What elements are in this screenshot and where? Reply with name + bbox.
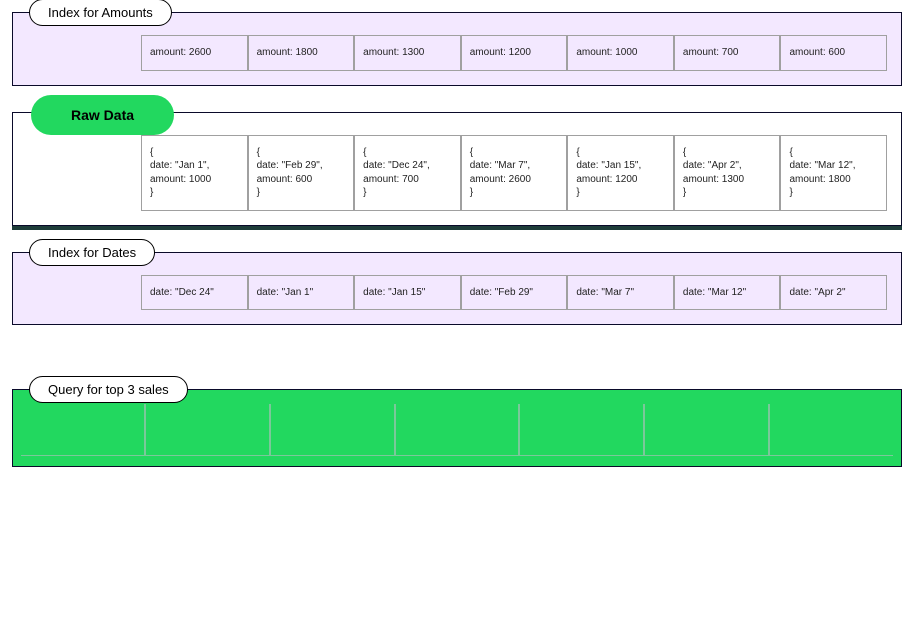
dates-cell: date: "Apr 2" [780, 275, 887, 311]
dates-cell: date: "Jan 1" [248, 275, 355, 311]
query-cell [395, 404, 520, 456]
query-cell [21, 404, 145, 456]
amounts-cell: amount: 700 [674, 35, 781, 71]
dates-cell: date: "Mar 12" [674, 275, 781, 311]
amounts-panel: Index for Amounts amount: 2600 amount: 1… [12, 12, 902, 86]
query-cell [769, 404, 893, 456]
amounts-cell: amount: 600 [780, 35, 887, 71]
amounts-title: Index for Amounts [29, 0, 172, 26]
raw-title: Raw Data [31, 95, 174, 135]
query-cell [145, 404, 270, 456]
raw-cell: { date: "Jan 15", amount: 1200 } [567, 135, 674, 211]
raw-cell: { date: "Dec 24", amount: 700 } [354, 135, 461, 211]
query-cell [644, 404, 769, 456]
query-cell [270, 404, 395, 456]
dates-row: date: "Dec 24" date: "Jan 1" date: "Jan … [141, 275, 887, 311]
amounts-cell: amount: 1200 [461, 35, 568, 71]
query-cell [519, 404, 644, 456]
dates-title: Index for Dates [29, 239, 155, 266]
dates-cell: date: "Feb 29" [461, 275, 568, 311]
amounts-row: amount: 2600 amount: 1800 amount: 1300 a… [141, 35, 887, 71]
query-row [21, 404, 893, 456]
raw-cell: { date: "Feb 29", amount: 600 } [248, 135, 355, 211]
amounts-cell: amount: 1300 [354, 35, 461, 71]
raw-panel: Raw Data { date: "Jan 1", amount: 1000 }… [12, 112, 902, 226]
dates-cell: date: "Jan 15" [354, 275, 461, 311]
dates-cell: date: "Mar 7" [567, 275, 674, 311]
raw-cell: { date: "Jan 1", amount: 1000 } [141, 135, 248, 211]
raw-cell: { date: "Apr 2", amount: 1300 } [674, 135, 781, 211]
raw-cell: { date: "Mar 12", amount: 1800 } [780, 135, 887, 211]
raw-cell: { date: "Mar 7", amount: 2600 } [461, 135, 568, 211]
amounts-cell: amount: 1000 [567, 35, 674, 71]
dates-panel: Index for Dates date: "Dec 24" date: "Ja… [12, 252, 902, 326]
raw-row: { date: "Jan 1", amount: 1000 } { date: … [141, 135, 887, 211]
dates-cell: date: "Dec 24" [141, 275, 248, 311]
query-panel: Query for top 3 sales [12, 389, 902, 467]
query-title: Query for top 3 sales [29, 376, 188, 403]
amounts-cell: amount: 2600 [141, 35, 248, 71]
amounts-cell: amount: 1800 [248, 35, 355, 71]
